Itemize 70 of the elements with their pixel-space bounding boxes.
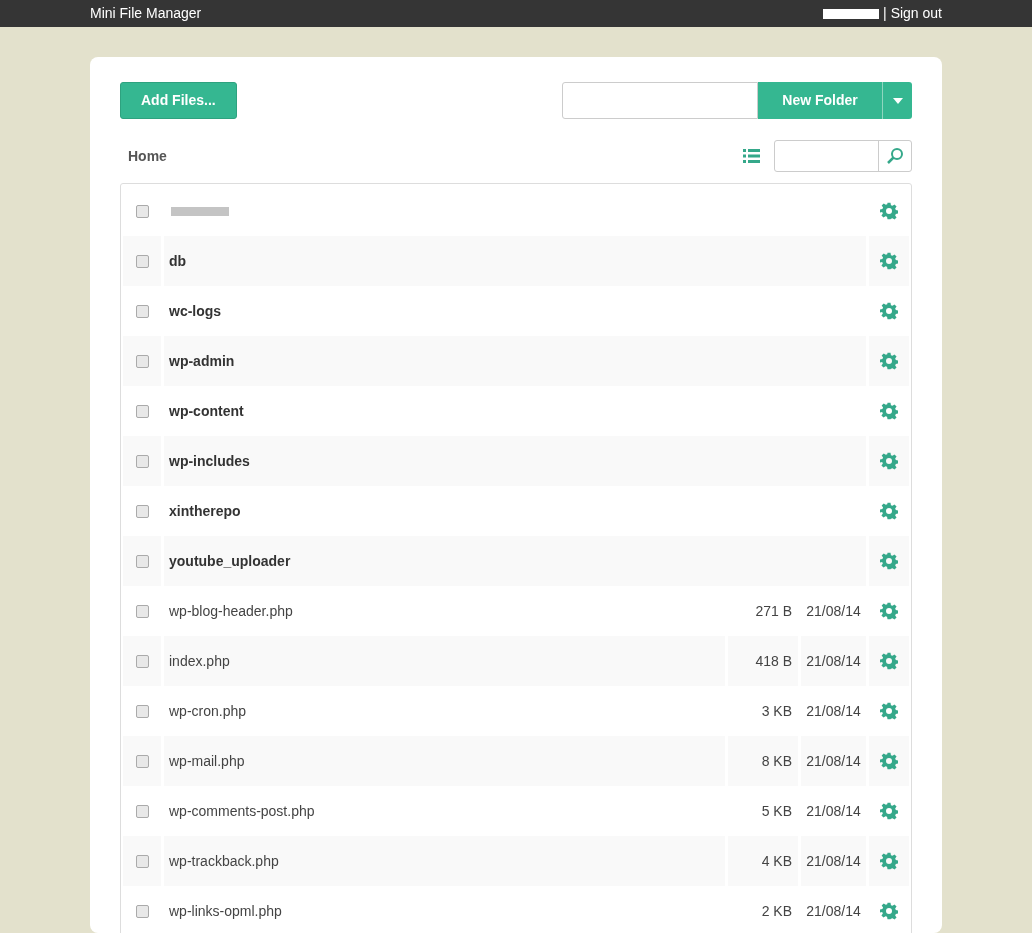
- checkbox[interactable]: [135, 904, 149, 918]
- date-cell-text: 21/08/14: [805, 801, 862, 821]
- checkbox[interactable]: [135, 654, 149, 668]
- list-view-icon[interactable]: [743, 149, 760, 163]
- checkbox[interactable]: [135, 754, 149, 768]
- file-link[interactable]: wp-links-opml.php: [169, 900, 282, 922]
- file-link[interactable]: wp-cron.php: [169, 700, 247, 722]
- sign-out-link[interactable]: Sign out: [890, 3, 942, 24]
- gear-icon[interactable]: [880, 352, 898, 370]
- date-cell: 21/08/14: [801, 636, 866, 686]
- gear-icon[interactable]: [880, 752, 898, 770]
- search-icon: [886, 147, 904, 165]
- breadcrumb-home[interactable]: Home: [128, 145, 167, 167]
- app-title: Mini File Manager: [90, 4, 202, 23]
- size-cell-text: 2 KB: [760, 901, 793, 921]
- gear-icon[interactable]: [880, 602, 898, 620]
- gear-icon[interactable]: [880, 902, 898, 920]
- date-cell-text: 21/08/14: [805, 901, 862, 921]
- folder-link[interactable]: db: [169, 250, 187, 272]
- checkbox[interactable]: [135, 504, 149, 518]
- folder-link[interactable]: wc-logs: [169, 300, 222, 322]
- folder-link[interactable]: wp-admin: [169, 350, 235, 372]
- checkbox[interactable]: [135, 354, 149, 368]
- gear-icon[interactable]: [880, 502, 898, 520]
- gear-icon[interactable]: [880, 202, 898, 220]
- file-link[interactable]: wp-blog-header.php: [169, 600, 293, 622]
- checkbox[interactable]: [135, 304, 149, 318]
- folder-link[interactable]: youtube_uploader: [169, 550, 291, 572]
- gear-icon[interactable]: [880, 252, 898, 270]
- search-field[interactable]: [774, 140, 912, 172]
- gear-icon[interactable]: [880, 802, 898, 820]
- file-link[interactable]: wp-comments-post.php: [169, 800, 315, 822]
- size-cell: 8 KB: [728, 736, 798, 786]
- caret-icon: [892, 97, 903, 104]
- size-cell-text: 5 KB: [760, 801, 793, 821]
- checkbox[interactable]: [135, 204, 149, 218]
- folder-link[interactable]: wp-content: [169, 400, 244, 422]
- checkbox[interactable]: [135, 554, 149, 568]
- separator: |: [883, 4, 887, 23]
- file-link[interactable]: wp-trackback.php: [169, 850, 279, 872]
- checkbox[interactable]: [135, 404, 149, 418]
- checkbox[interactable]: [135, 254, 149, 268]
- file-link[interactable]: index.php: [169, 650, 230, 672]
- checkbox[interactable]: [135, 454, 149, 468]
- date-cell-text: 21/08/14: [805, 601, 862, 621]
- size-cell: 418 B: [728, 636, 798, 686]
- redacted-username: [823, 8, 879, 19]
- folder-name-field[interactable]: [562, 82, 758, 119]
- gear-icon[interactable]: [880, 702, 898, 720]
- date-cell: 21/08/14: [801, 836, 866, 886]
- checkbox[interactable]: [135, 704, 149, 718]
- gear-icon[interactable]: [880, 302, 898, 320]
- folder-link[interactable]: wp-includes: [169, 450, 250, 472]
- size-cell-text: 3 KB: [760, 701, 793, 721]
- checkbox[interactable]: [135, 854, 149, 868]
- date-cell-text: 21/08/14: [805, 701, 862, 721]
- gear-icon[interactable]: [880, 402, 898, 420]
- checkbox[interactable]: [135, 604, 149, 618]
- gear-icon[interactable]: [880, 652, 898, 670]
- size-cell: 4 KB: [728, 836, 798, 886]
- file-link[interactable]: wp-mail.php: [169, 750, 245, 772]
- checkbox[interactable]: [135, 804, 149, 818]
- dropdown-button[interactable]: [882, 82, 912, 119]
- redacted-name: [171, 206, 229, 216]
- folder-link[interactable]: xintherepo: [169, 500, 241, 522]
- gear-icon[interactable]: [880, 852, 898, 870]
- gear-icon[interactable]: [880, 452, 898, 470]
- size-cell-text: 271 B: [754, 601, 793, 621]
- date-cell: 21/08/14: [801, 736, 866, 786]
- gear-icon[interactable]: [880, 552, 898, 570]
